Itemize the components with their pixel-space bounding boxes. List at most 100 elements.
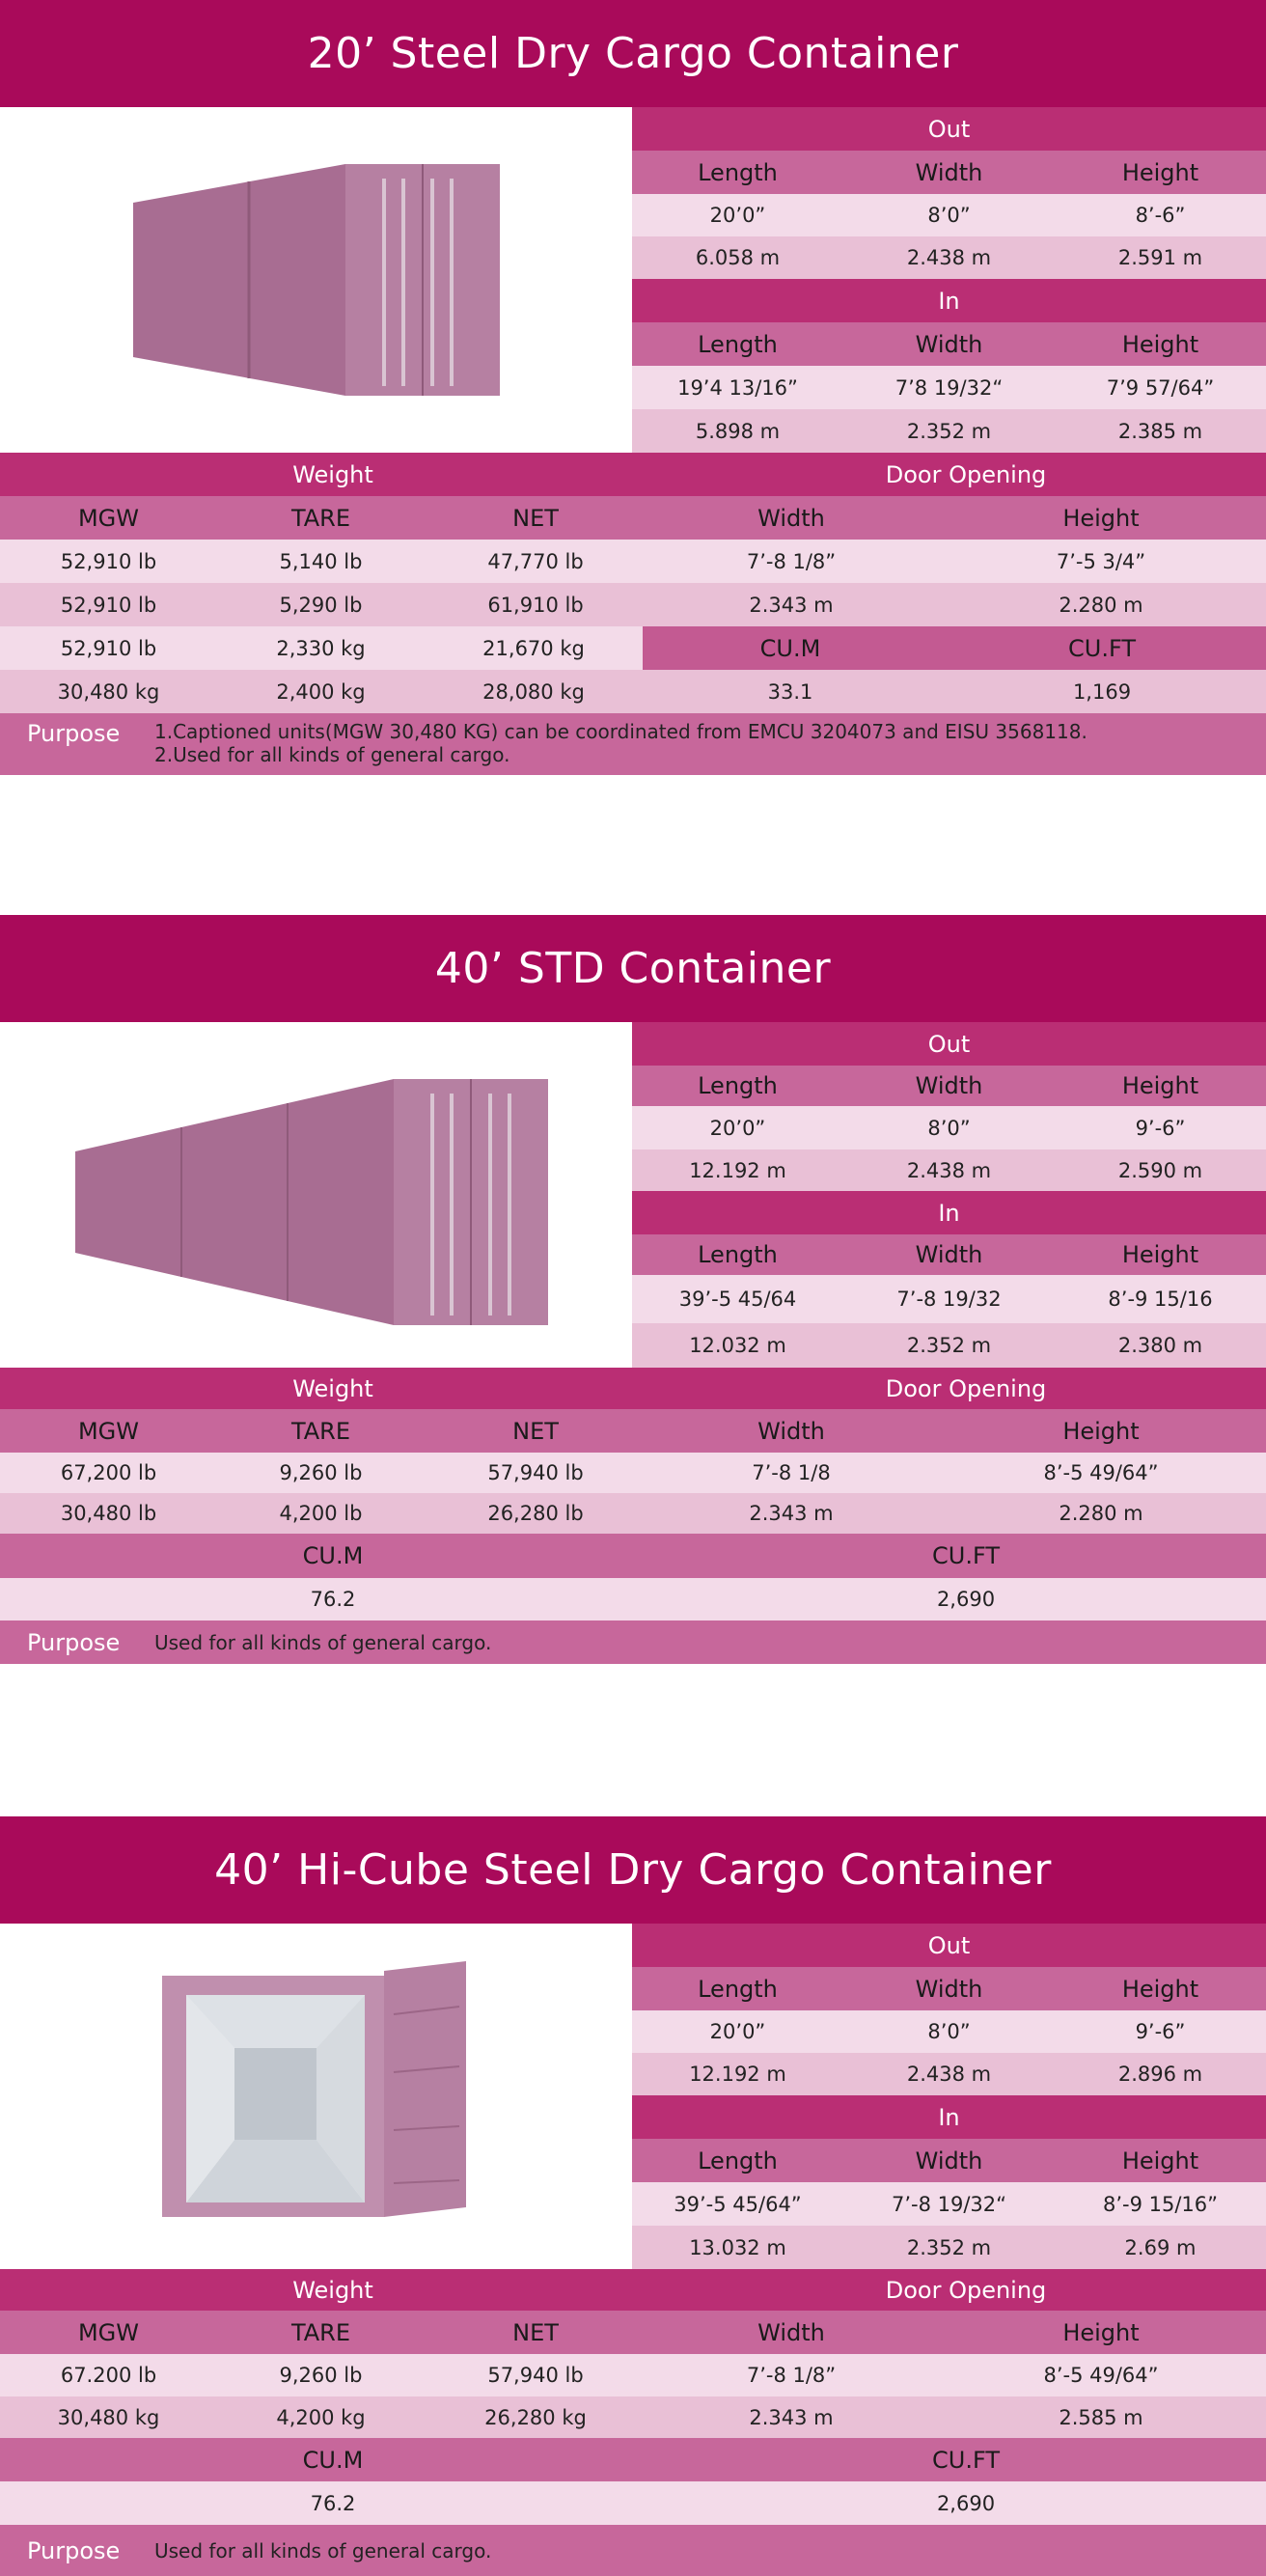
- purpose-line: 2.Used for all kinds of general cargo.: [154, 743, 510, 766]
- in-header-length: Length: [698, 1241, 778, 1268]
- in-label: In: [938, 1199, 960, 1227]
- weight-cell: 67,200 lb: [60, 1461, 157, 1484]
- out-cell: 8’-6”: [1135, 204, 1186, 227]
- out-label: Out: [927, 115, 971, 143]
- out-header-width: Width: [915, 1072, 983, 1099]
- in-cell: 5.898 m: [695, 419, 781, 443]
- dimensions-table: Out Length Width Height 20’0” 8’0” 9’-6”…: [632, 1022, 1266, 1368]
- door-cell: 8’-5 49/64”: [1043, 1461, 1159, 1484]
- out-header-height: Height: [1121, 1975, 1199, 2003]
- weight-cell: 9,260 lb: [279, 2364, 363, 2387]
- out-cell: 2.438 m: [906, 246, 992, 269]
- weight-cell: 5,140 lb: [279, 549, 363, 573]
- in-cell: 2.352 m: [906, 2235, 992, 2259]
- weight-door-table: Weight Door Opening MGW TARE NET Width H…: [0, 453, 1266, 775]
- weight-cell: 30,480 lb: [60, 1502, 157, 1525]
- cu-m-header: CU.M: [302, 1542, 364, 1569]
- closed-container-icon: [132, 164, 500, 396]
- door-header-height: Height: [1062, 504, 1140, 532]
- weight-cell: 2,400 kg: [276, 679, 366, 704]
- weight-cell: 30,480 kg: [57, 2405, 160, 2429]
- out-header-width: Width: [915, 158, 983, 186]
- weight-cell: 47,770 lb: [487, 549, 584, 573]
- door-cell: 2.343 m: [749, 593, 834, 617]
- in-cell: 13.032 m: [689, 2235, 786, 2259]
- open-door-container-icon: [161, 1961, 466, 2217]
- out-header-length: Length: [698, 1975, 778, 2003]
- out-cell: 9’-6”: [1135, 1116, 1186, 1140]
- weight-cell: 4,200 kg: [276, 2405, 366, 2429]
- weight-cell: 4,200 lb: [279, 1502, 363, 1525]
- door-cell: 7’-8 1/8”: [746, 2364, 837, 2387]
- container-section-40ft-hicube: 40’ Hi-Cube Steel Dry Cargo Container Ou…: [0, 1816, 1266, 2576]
- purpose-text: Used for all kinds of general cargo.: [154, 2539, 491, 2562]
- in-cell: 7’-8 19/32: [896, 1288, 1002, 1311]
- weight-header-tare: TARE: [290, 2318, 351, 2346]
- container-section-40ft-std: 40’ STD Container Out Length Width Heigh…: [0, 915, 1266, 1675]
- out-header-width: Width: [915, 1975, 983, 2003]
- in-header-length: Length: [698, 2147, 778, 2174]
- in-header-height: Height: [1121, 1241, 1199, 1268]
- out-header-height: Height: [1121, 158, 1199, 186]
- weight-cell: 57,940 lb: [487, 1461, 584, 1484]
- in-cell: 2.385 m: [1117, 419, 1203, 443]
- weight-cell: 30,480 kg: [57, 679, 160, 704]
- purpose-label: Purpose: [27, 720, 121, 747]
- weight-header-net: NET: [512, 1417, 559, 1445]
- weight-door-table: Weight Door Opening MGW TARE NET Width H…: [0, 1368, 1266, 1664]
- container-image: [0, 107, 632, 453]
- container-section-20ft: 20’ Steel Dry Cargo Container Out Length…: [0, 0, 1266, 780]
- out-cell: 2.896 m: [1117, 2063, 1203, 2086]
- door-cell: 2.343 m: [749, 2405, 834, 2429]
- weight-header-tare: TARE: [290, 504, 351, 532]
- door-header-height: Height: [1062, 1417, 1140, 1445]
- weight-cell: 28,080 kg: [482, 679, 585, 704]
- cu-m-value: 33.1: [767, 679, 813, 704]
- door-cell: 2.280 m: [1059, 593, 1143, 617]
- in-cell: 39’-5 45/64: [678, 1288, 797, 1311]
- cu-ft-value: 1,169: [1072, 679, 1132, 704]
- cu-m-header: CU.M: [302, 2446, 364, 2474]
- container-image: [0, 1022, 632, 1368]
- in-header-width: Width: [915, 2147, 983, 2174]
- weight-cell: 61,910 lb: [487, 593, 584, 617]
- in-header-height: Height: [1121, 2147, 1199, 2174]
- dimensions-table: Out Length Width Height 20’0” 8’0” 9’-6”…: [632, 1924, 1266, 2269]
- section-title: 40’ Hi-Cube Steel Dry Cargo Container: [0, 1816, 1266, 1924]
- out-cell: 20’0”: [709, 1116, 766, 1140]
- out-header-length: Length: [698, 1072, 778, 1099]
- in-header-width: Width: [915, 330, 983, 358]
- door-header-width: Width: [757, 2318, 825, 2346]
- out-cell: 8’0”: [927, 204, 971, 227]
- out-cell: 2.591 m: [1117, 246, 1203, 269]
- in-cell: 2.69 m: [1124, 2235, 1197, 2259]
- in-header-height: Height: [1121, 330, 1199, 358]
- weight-cell: 26,280 lb: [487, 1502, 584, 1525]
- cu-ft-value: 2,690: [936, 2491, 996, 2515]
- in-header-width: Width: [915, 1241, 983, 1268]
- in-cell: 7’-8 19/32“: [891, 2192, 1007, 2216]
- in-cell: 7’9 57/64”: [1106, 375, 1215, 400]
- weight-header-mgw: MGW: [77, 1417, 140, 1445]
- weight-header-tare: TARE: [290, 1417, 351, 1445]
- in-cell: 8’-9 15/16”: [1102, 2192, 1219, 2216]
- weight-header-net: NET: [512, 2318, 559, 2346]
- weight-label: Weight: [292, 460, 373, 488]
- door-cell: 8’-5 49/64”: [1043, 2364, 1159, 2387]
- door-cell: 2.343 m: [749, 1502, 834, 1525]
- out-header-length: Length: [698, 158, 778, 186]
- out-cell: 12.192 m: [689, 1158, 786, 1182]
- cu-ft-header: CU.FT: [938, 626, 1266, 670]
- purpose-row: Purpose Used for all kinds of general ca…: [0, 2525, 1266, 2576]
- cu-m-header: CU.M: [643, 626, 938, 670]
- in-header-length: Length: [698, 330, 778, 358]
- weight-cell: 52,910 lb: [60, 593, 157, 617]
- out-cell: 2.438 m: [906, 2063, 992, 2086]
- weight-label: Weight: [292, 2276, 373, 2304]
- purpose-text: 1.Captioned units(MGW 30,480 KG) can be …: [154, 720, 1087, 775]
- door-cell: 7’-8 1/8: [752, 1461, 831, 1484]
- door-header-width: Width: [757, 504, 825, 532]
- purpose-label: Purpose: [27, 2536, 121, 2564]
- weight-cell: 9,260 lb: [279, 1461, 363, 1484]
- weight-label: Weight: [292, 1374, 373, 1402]
